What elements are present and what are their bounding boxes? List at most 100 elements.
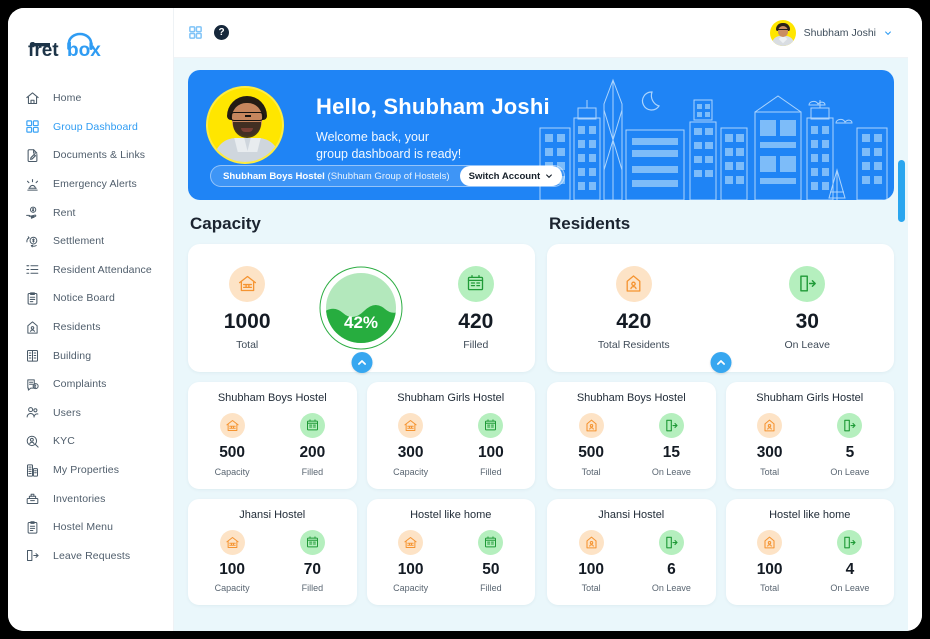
sidebar-item-my-properties[interactable]: My Properties [8, 456, 174, 485]
alarm-icon [24, 176, 41, 193]
sidebar: fret box Home Group Dashboard Documents … [8, 8, 174, 631]
sidebar-item-settlement[interactable]: Settlement [8, 227, 174, 256]
residents-hostel-card[interactable]: Jhansi Hostel 100 Total 6 On Leave [547, 498, 716, 605]
capacity-filled-stat: 420 Filled [430, 265, 522, 351]
liquid-fill-gauge-icon: 42% [319, 266, 403, 350]
sidebar-item-hostel-menu[interactable]: Hostel Menu [8, 513, 174, 542]
money-exchange-icon [24, 233, 41, 250]
hostel-filled-stat: 100 Filled [458, 413, 524, 477]
sidebar-item-group-dashboard[interactable]: Group Dashboard [8, 113, 174, 142]
sidebar-item-building[interactable]: Building [8, 341, 174, 370]
residents-section: Residents 420 Total Residents 30 On Leav… [547, 214, 894, 605]
apps-grid-icon[interactable] [188, 25, 203, 40]
hostel-filled-value: 100 [477, 444, 504, 461]
vertical-scrollbar[interactable] [898, 8, 905, 631]
sidebar-item-notice-board[interactable]: Notice Board [8, 284, 174, 313]
hostel-filled-stat: 70 Filled [279, 529, 345, 593]
residents-hostel-grid: Shubham Boys Hostel 500 Total 15 On Leav… [547, 382, 894, 605]
properties-icon [24, 462, 41, 479]
capacity-filled-label: Filled [463, 338, 489, 351]
hostel-filled-stat: 50 Filled [458, 529, 524, 593]
hostel-name: Shubham Girls Hostel [756, 392, 864, 404]
hostel-leave-value: 15 [662, 444, 680, 461]
capacity-filled-value: 420 [458, 309, 494, 333]
hostel-total-value: 500 [578, 444, 605, 461]
exit-door-icon [24, 547, 41, 564]
banner-content: Hello, Shubham Joshi Welcome back, your g… [188, 70, 894, 200]
greeting-heading: Hello, Shubham Joshi [316, 94, 550, 119]
dashboard-scroll-area: Hello, Shubham Joshi Welcome back, your g… [174, 58, 908, 631]
resident-house-icon [757, 413, 783, 438]
capacity-collapse-button[interactable] [351, 352, 372, 373]
residents-collapse-button[interactable] [710, 352, 731, 373]
sidebar-item-kyc[interactable]: KYC [8, 427, 174, 456]
sidebar-item-label: Rent [53, 206, 76, 219]
sidebar-item-label: Hostel Menu [53, 521, 114, 534]
switch-account-button[interactable]: Switch Account [459, 166, 563, 186]
capacity-total-value: 1000 [223, 309, 271, 333]
sidebar-item-label: Notice Board [53, 292, 115, 305]
sidebar-item-home[interactable]: Home [8, 84, 174, 113]
hostel-filled-stat: 200 Filled [279, 413, 345, 477]
sidebar-item-users[interactable]: Users [8, 399, 174, 428]
capacity-house-icon [229, 265, 266, 302]
hostel-total-value: 100 [756, 560, 783, 578]
sidebar-item-complaints[interactable]: Complaints [8, 370, 174, 399]
home-icon [24, 90, 41, 107]
capacity-hostel-card[interactable]: Shubham Boys Hostel 500 Capacity 200 Fil… [188, 382, 357, 489]
capacity-hostel-card[interactable]: Shubham Girls Hostel 300 Capacity 100 Fi… [366, 382, 535, 489]
hostel-total-stat: 100 Total [737, 529, 803, 593]
sidebar-item-inventories[interactable]: Inventories [8, 484, 174, 513]
help-circle-icon[interactable]: ? [214, 25, 229, 40]
sidebar-item-residents[interactable]: Residents [8, 313, 174, 342]
inventory-icon [24, 490, 41, 507]
sidebar-item-emergency-alerts[interactable]: Emergency Alerts [8, 170, 174, 199]
sidebar-item-documents-links[interactable]: Documents & Links [8, 141, 174, 170]
filled-building-icon [299, 529, 325, 555]
hostel-capacity-stat: 300 Capacity [378, 413, 444, 477]
filled-building-icon [478, 413, 504, 438]
id-search-icon [24, 433, 41, 450]
residents-total-stat: 420 Total Residents [588, 265, 680, 351]
filled-building-icon [299, 413, 325, 438]
hostel-name: Hostel like home [769, 508, 851, 521]
capacity-house-icon [219, 413, 245, 438]
hostel-capacity-label: Capacity [393, 583, 429, 593]
hostel-capacity-label: Capacity [214, 583, 250, 593]
hostel-capacity-label: Capacity [214, 466, 250, 477]
account-switcher: Shubham Boys Hostel (Shubham Group of Ho… [210, 165, 566, 187]
capacity-total-label: Total [236, 338, 259, 351]
hostel-total-label: Total [581, 466, 601, 477]
user-menu[interactable]: Shubham Joshi [769, 19, 892, 46]
hostel-capacity-value: 100 [397, 560, 424, 578]
resident-house-icon [578, 529, 604, 555]
residents-hostel-card[interactable]: Shubham Boys Hostel 500 Total 15 On Leav… [547, 382, 716, 489]
chevron-down-icon [546, 174, 553, 179]
residents-hostel-card[interactable]: Shubham Girls Hostel 300 Total 5 On Leav… [725, 382, 894, 489]
hostel-leave-value: 4 [845, 560, 855, 578]
scrollbar-thumb[interactable] [898, 160, 905, 222]
capacity-hostel-card[interactable]: Jhansi Hostel 100 Capacity 70 Filled [188, 498, 357, 605]
building-icon [24, 347, 41, 364]
capacity-hostel-card[interactable]: Hostel like home 100 Capacity 50 Filled [366, 498, 535, 605]
resident-house-icon [757, 529, 783, 555]
brand-logo[interactable]: fret box [8, 18, 174, 74]
checklist-icon [24, 261, 41, 278]
hostel-capacity-stat: 100 Capacity [378, 529, 444, 593]
hostel-capacity-stat: 100 Capacity [199, 529, 265, 593]
sidebar-item-rent[interactable]: Rent [8, 198, 174, 227]
sidebar-item-leave-requests[interactable]: Leave Requests [8, 542, 174, 571]
exit-door-icon [789, 265, 826, 302]
chevron-up-icon [357, 360, 366, 365]
hostel-total-label: Total [760, 583, 780, 593]
residents-leave-label: On Leave [784, 338, 831, 351]
residents-hostel-card[interactable]: Hostel like home 100 Total 4 On Leave [725, 498, 894, 605]
sidebar-item-label: Settlement [53, 235, 105, 248]
sidebar-item-resident-attendance[interactable]: Resident Attendance [8, 256, 174, 285]
user-name-label: Shubham Joshi [803, 26, 876, 39]
resident-house-icon [615, 265, 652, 302]
topbar-left-actions: ? [188, 25, 229, 40]
sidebar-item-label: Inventories [53, 492, 106, 505]
residents-total-label: Total Residents [597, 338, 670, 351]
app-screen: fret box Home Group Dashboard Documents … [8, 8, 922, 631]
